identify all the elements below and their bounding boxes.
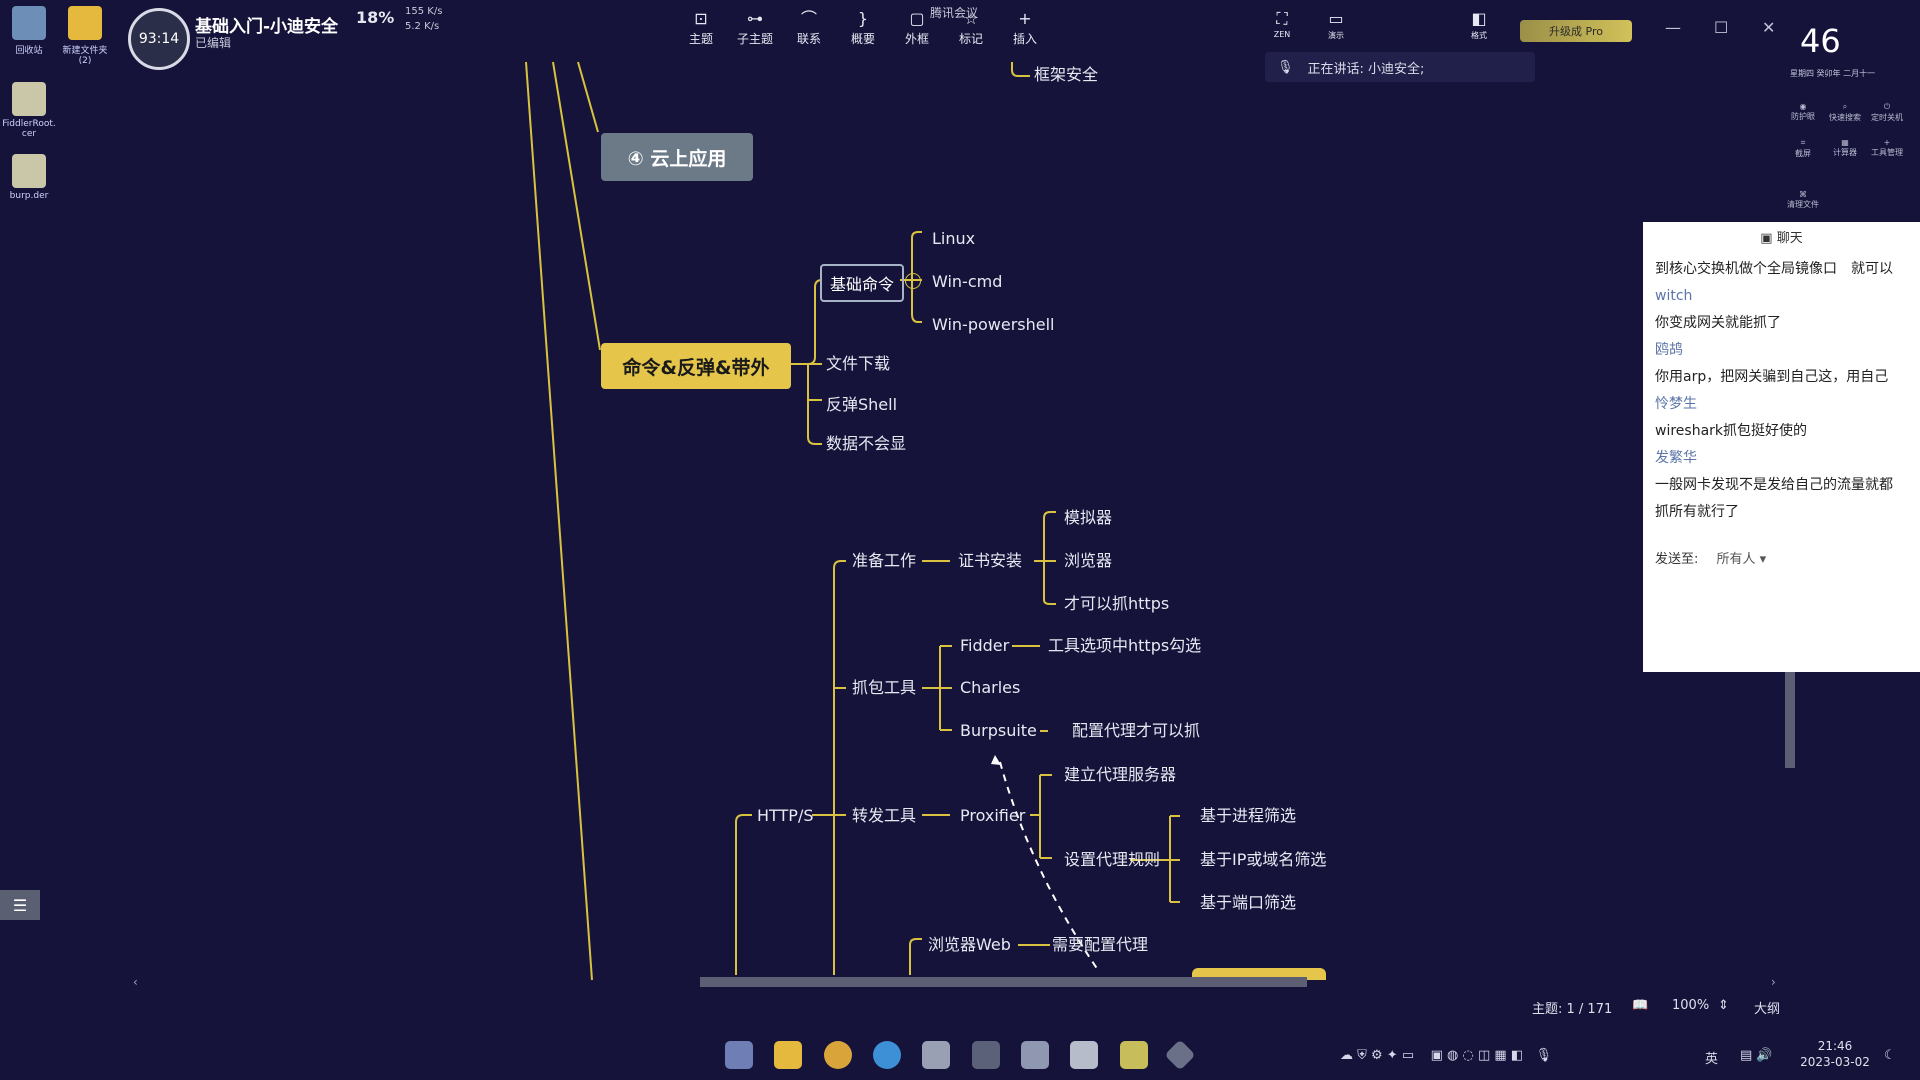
chat-sender: 怜梦生	[1655, 396, 1697, 412]
node-no-echo[interactable]: 数据不会显	[826, 434, 906, 454]
node-browser[interactable]: 浏览器	[1064, 551, 1112, 571]
node-emulator[interactable]: 模拟器	[1064, 508, 1112, 528]
taskbar-date: 2023-03-02	[1800, 1055, 1870, 1069]
node-win-cmd[interactable]: Win-cmd	[932, 272, 1002, 292]
node-linux[interactable]: Linux	[932, 229, 975, 249]
node-proxy-server[interactable]: 建立代理服务器	[1064, 765, 1176, 785]
node-browser-web[interactable]: 浏览器Web	[928, 935, 1011, 955]
mindmap-connectors	[525, 61, 1180, 981]
scroll-left-icon[interactable]: ‹	[133, 975, 138, 989]
ime-indicator[interactable]: 英	[1705, 1048, 1718, 1067]
network-tool-icon[interactable]	[972, 1041, 1000, 1069]
horizontal-scrollbar[interactable]	[700, 977, 1307, 987]
node-cmd-reverse-oob[interactable]: 命令&反弹&带外	[601, 343, 791, 389]
node-by-process[interactable]: 基于进程筛选	[1200, 806, 1296, 826]
node-cert-install[interactable]: 证书安装	[958, 551, 1022, 571]
chat-message: wireshark抓包挺好使的	[1655, 423, 1808, 439]
node-proxifier[interactable]: Proxifier	[960, 806, 1025, 826]
node-win-powershell[interactable]: Win-powershell	[932, 315, 1055, 335]
chat-sender: 发繁华	[1655, 450, 1697, 466]
collapse-toggle[interactable]	[905, 273, 921, 289]
node-burpsuite[interactable]: Burpsuite	[960, 721, 1037, 741]
tray-icons[interactable]: ☁ ⛨ ⚙ ✦ ▭ ▣ ◍ ◌ ◫ ▦ ◧ 🎙	[1340, 1048, 1552, 1063]
node-reverse-shell[interactable]: 反弹Shell	[826, 395, 897, 415]
node-by-ip-domain[interactable]: 基于IP或域名筛选	[1200, 850, 1326, 870]
outline-toggle-button[interactable]: ☰	[0, 890, 40, 920]
chat-sender: 鸥鸪	[1655, 342, 1683, 358]
taskbar-clock[interactable]: 21:46 2023-03-02	[1800, 1038, 1870, 1070]
xmind-icon[interactable]	[1120, 1041, 1148, 1069]
photos-icon[interactable]	[1021, 1041, 1049, 1069]
node-preparation[interactable]: 准备工作	[852, 551, 916, 571]
file-explorer-icon[interactable]	[774, 1041, 802, 1069]
chat-sender: witch	[1655, 288, 1693, 304]
node-file-download[interactable]: 文件下载	[826, 354, 890, 374]
node-forward-tools[interactable]: 转发工具	[852, 806, 916, 826]
send-to-label: 发送至:	[1655, 552, 1699, 567]
book-icon[interactable]: 📖	[1632, 998, 1648, 1013]
outline-button[interactable]: 大纲	[1754, 998, 1780, 1017]
chat-message: 到核心交换机做个全局镜像口 就可以	[1655, 261, 1893, 277]
chat-message: 一般网卡发现不是发给自己的流量就都	[1655, 477, 1893, 493]
node-can-capture-https[interactable]: 才可以抓https	[1064, 594, 1169, 614]
taskbar	[0, 1040, 1920, 1080]
chat-header: ▣ 聊天	[1643, 222, 1920, 256]
chat-message: 你变成网关就能抓了	[1655, 315, 1781, 331]
wechat-icon[interactable]	[922, 1041, 950, 1069]
notification-icon[interactable]: ☾	[1884, 1048, 1896, 1063]
node-fiddler[interactable]: Fidder	[960, 636, 1009, 656]
taskbar-time: 21:46	[1817, 1039, 1853, 1053]
node-by-port[interactable]: 基于端口筛选	[1200, 893, 1296, 913]
chat-title: 聊天	[1776, 231, 1803, 246]
volume-icon[interactable]: ▤ 🔊	[1740, 1048, 1773, 1063]
node-need-proxy[interactable]: 需要配置代理	[1052, 935, 1148, 955]
start-icon[interactable]	[725, 1041, 753, 1069]
chrome-icon[interactable]	[824, 1041, 852, 1069]
node-burp-note[interactable]: 配置代理才可以抓	[1072, 721, 1200, 741]
zoom-level[interactable]: 100%	[1672, 998, 1709, 1013]
chat-message: 抓所有就行了	[1655, 504, 1739, 520]
chat-input[interactable]	[1655, 581, 1908, 621]
node-framework-security[interactable]: 框架安全	[1034, 65, 1098, 85]
node-proxy-rules[interactable]: 设置代理规则	[1064, 850, 1160, 870]
node-charles[interactable]: Charles	[960, 678, 1020, 698]
chat-panel: ▣ 聊天 到核心交换机做个全局镜像口 就可以 witch 你变成网关就能抓了 鸥…	[1643, 222, 1920, 672]
edge-icon[interactable]	[873, 1041, 901, 1069]
node-basic-commands[interactable]: 基础命令	[820, 264, 904, 302]
chat-icon: ▣	[1760, 231, 1777, 246]
scroll-right-icon[interactable]: ›	[1771, 975, 1776, 989]
list-icon: ☰	[12, 895, 28, 915]
node-cloud-app[interactable]: ④ 云上应用	[601, 133, 753, 181]
zoom-stepper-icon[interactable]: ⇕	[1718, 998, 1729, 1013]
editor-icon[interactable]	[1070, 1041, 1098, 1069]
node-http-s[interactable]: HTTP/S	[757, 806, 814, 826]
node-capture-tools[interactable]: 抓包工具	[852, 678, 916, 698]
send-to-select[interactable]: 所有人 ▾	[1717, 552, 1767, 567]
topic-count: 主题: 1 / 171	[1532, 1002, 1613, 1017]
node-fiddler-note[interactable]: 工具选项中https勾选	[1048, 636, 1201, 656]
send-to-value: 所有人	[1716, 552, 1756, 567]
chat-message: 你用arp，把网关骗到自己这，用自己	[1655, 369, 1889, 385]
